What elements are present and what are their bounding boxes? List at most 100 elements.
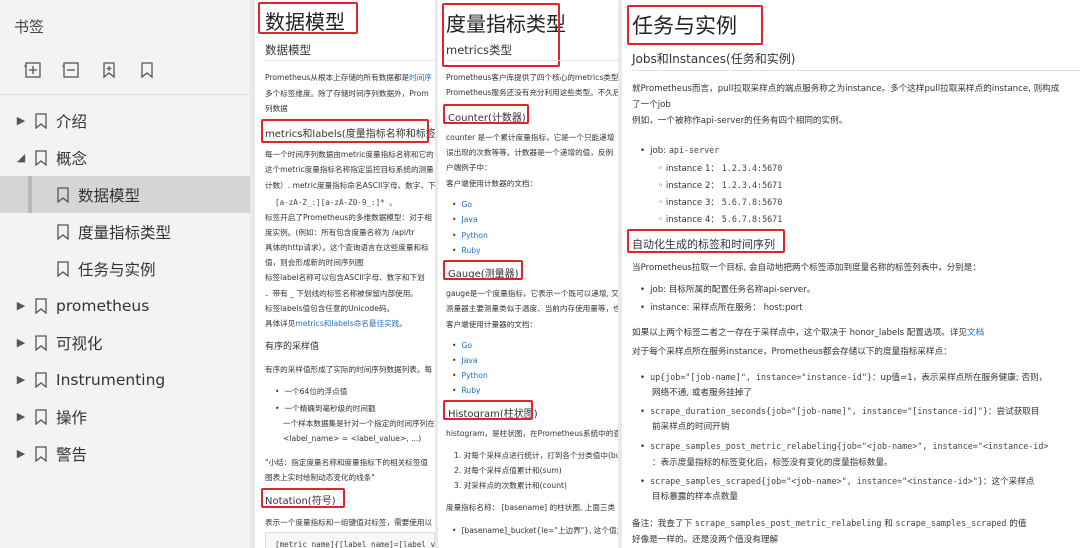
client-link-go[interactable]: Go xyxy=(461,200,472,209)
bookmark-item-prometheus[interactable]: ▶ prometheus xyxy=(0,287,250,324)
paragraph-line: 网络不通, 或者服务挂掉了 xyxy=(652,388,752,398)
code-inline: 5.6.7.8:5670 xyxy=(721,197,783,207)
code-inline: [metric name]{[label name]=[label value] xyxy=(275,540,435,548)
list-item: up{job="[job-name]", instance="instance-… xyxy=(640,372,1047,383)
paragraph-line: 如果以上两个标签二者之一存在于采样点中，这个取决于 honor_labels 配… xyxy=(632,328,985,338)
paragraph-line: counter 是一个累计度量指标，它是一个只能递增 xyxy=(446,133,615,142)
bookmark-tree: ▶ 介绍 ◢ 概念 数据模型 度量指标类型 任务与实例 ▶ prometheus ▶ 可… xyxy=(0,102,250,472)
expand-toggle-icon[interactable]: ▶ xyxy=(14,373,28,386)
paragraph-line: 度实例。(例如：所有包含度量名称为 /api/tr xyxy=(265,228,415,237)
expand-toggle-icon[interactable]: ▶ xyxy=(14,114,28,127)
label: job: xyxy=(650,146,667,156)
section-subtitle: metrics类型 xyxy=(446,43,513,57)
expand-toggle-icon[interactable]: ▶ xyxy=(14,299,28,312)
client-link-python[interactable]: Python xyxy=(461,371,487,380)
list-item: 一个精确到毫秒级的时间戳 xyxy=(275,404,375,413)
list-item: scrape_duration_seconds{job="[job-name]"… xyxy=(640,406,1039,417)
paragraph-line: Prometheus客户库提供了四个核心的metrics类型。 xyxy=(446,73,618,82)
code-inline: up{job="[job-name]", instance="instance-… xyxy=(650,372,872,382)
code-inline: api-server xyxy=(668,145,720,155)
highlight-box xyxy=(627,229,785,253)
docs-link[interactable]: 文档 xyxy=(967,328,984,338)
client-link-java[interactable]: Java xyxy=(461,215,477,224)
bookmark-label: 操作 xyxy=(56,408,88,427)
paragraph-line: 度量指标名称： [basename] 的柱状图, 上面三类 xyxy=(446,503,616,512)
list-item: ◦ instance 1： 1.2.3.4:5670 xyxy=(658,163,783,174)
code-inline: scrape_samples_scraped{job="<job-name>",… xyxy=(650,476,983,486)
list-item: instance: 采样点所在服务： host:port xyxy=(640,303,803,313)
bookmark-add-icon[interactable] xyxy=(100,61,118,79)
bookmark-icon xyxy=(35,149,47,166)
bookmark-icon xyxy=(57,223,69,240)
section-subtitle: Jobs和Instances(任务和实例) xyxy=(632,52,796,66)
bookmark-item-jobs-instances[interactable]: 任务与实例 xyxy=(0,250,250,287)
highlight-box xyxy=(627,5,763,45)
bookmark-item-metric-types[interactable]: 度量指标类型 xyxy=(0,213,250,250)
client-link-go[interactable]: Go xyxy=(461,341,472,350)
paragraph-line: 每一个时间序列数据由metric度量指标名称和它的 xyxy=(265,150,434,159)
paragraph-line: 多个标签维度。除了存储时间序列数据外，Prom xyxy=(265,89,429,98)
bookmark-icon xyxy=(35,112,47,129)
highlight-box xyxy=(261,119,429,143)
paragraph-line: gauge是一个度量指标，它表示一个既可以递增, 又 xyxy=(446,289,618,298)
highlight-box xyxy=(443,400,533,420)
bookmark-item-alerting[interactable]: ▶ 警告 xyxy=(0,435,250,472)
paragraph-line: 图表上实时绘制动态变化的线条" xyxy=(265,473,375,482)
paragraph-line: 值，则会形成新的时间序列图 xyxy=(265,258,364,267)
list-item: Java xyxy=(452,215,477,224)
paragraph-line: 标签label名称可以包含ASCII字母、数字和下划 xyxy=(265,273,425,282)
expand-all-icon[interactable] xyxy=(24,61,42,79)
collapse-all-icon[interactable] xyxy=(62,61,80,79)
sidebar-title: 书签 xyxy=(14,18,45,36)
paragraph-line: 有序的采样值形成了实际的时间序列数据列表。每 xyxy=(265,365,433,374)
bookmark-label: 可视化 xyxy=(56,334,103,353)
bookmark-item-instrumenting[interactable]: ▶ Instrumenting xyxy=(0,361,250,398)
expand-toggle-icon[interactable]: ▶ xyxy=(14,336,28,349)
bookmark-label: 任务与实例 xyxy=(78,260,156,279)
code-inline: scrape_duration_seconds{job="[job-name]"… xyxy=(650,406,988,416)
collapse-toggle-icon[interactable]: ◢ xyxy=(14,151,28,164)
sidebar-divider xyxy=(0,94,250,95)
bookmark-item-operations[interactable]: ▶ 操作 xyxy=(0,398,250,435)
list-item: job: api-server xyxy=(640,145,719,156)
paragraph-line: <label_name> = <label_value>, ...) xyxy=(283,434,422,443)
list-item: Ruby xyxy=(452,246,480,255)
bookmark-item-visualization[interactable]: ▶ 可视化 xyxy=(0,324,250,361)
paragraph-line: Prometheus服务还没有充分利用这些类型。不久后 xyxy=(446,88,618,97)
bookmark-item-concepts[interactable]: ◢ 概念 xyxy=(0,139,250,176)
paragraph-line: ．带有 _ 下划线的标签名称被保留内部使用。 xyxy=(265,289,418,298)
paragraph-line: 就Prometheus而言，pull拉取采样点的端点服务称之为instance。… xyxy=(632,84,1060,94)
link[interactable]: 时间序 xyxy=(409,73,432,82)
paragraph-line: 前采样点的时间开销 xyxy=(652,422,730,432)
list-item: Go xyxy=(452,341,472,350)
bookmark-icon[interactable] xyxy=(138,61,156,79)
expand-toggle-icon[interactable]: ▶ xyxy=(14,410,28,423)
paragraph-line: 了一个job xyxy=(632,100,671,110)
list-item: ◦ instance 4： 5.6.7.8:5671 xyxy=(658,214,783,225)
code-inline: 5.6.7.8:5671 xyxy=(721,214,783,224)
list-item: scrape_samples_post_metric_relabeling{jo… xyxy=(640,441,1048,452)
client-link-java[interactable]: Java xyxy=(461,356,477,365)
list-item: Python xyxy=(452,231,487,240)
list-item: ◦ instance 3： 5.6.7.8:5670 xyxy=(658,197,783,208)
sidebar-toolbar xyxy=(24,61,156,79)
page-jobs-instances: 任务与实例 Jobs和Instances(任务和实例) 就Prometheus而… xyxy=(622,0,1080,548)
highlight-box xyxy=(443,260,523,280)
client-link-ruby[interactable]: Ruby xyxy=(461,386,480,395)
client-link-python[interactable]: Python xyxy=(461,231,487,240)
list-item: ◦ instance 2： 1.2.3.4:5671 xyxy=(658,180,783,191)
highlight-box xyxy=(443,104,529,124)
code-inline: [a-zA-Z_:][a-zA-Z0-9_:]* 。 xyxy=(275,198,397,207)
bookmark-label: Instrumenting xyxy=(56,370,166,389)
list-item: job: 目标所属的配置任务名称api-server。 xyxy=(640,285,815,295)
paragraph-line: 这个metric度量指标名称指定监控目标系统的测量 xyxy=(265,165,434,174)
bookmark-item-data-model[interactable]: 数据模型 xyxy=(0,176,250,213)
bookmark-item-intro[interactable]: ▶ 介绍 xyxy=(0,102,250,139)
paragraph-line: 例如，一个被称作api-server的任务有四个相同的实例。 xyxy=(632,116,848,126)
client-link-ruby[interactable]: Ruby xyxy=(461,246,480,255)
paragraph-line: Prometheus从根本上存储的所有数据都是时间序 xyxy=(265,73,432,82)
best-practice-link[interactable]: metrics和labels命名最佳实践 xyxy=(295,319,399,328)
paragraph-line: 标签开启了Prometheus的多维数据模型：对于相 xyxy=(265,213,432,222)
list-item: Ruby xyxy=(452,386,480,395)
expand-toggle-icon[interactable]: ▶ xyxy=(14,447,28,460)
